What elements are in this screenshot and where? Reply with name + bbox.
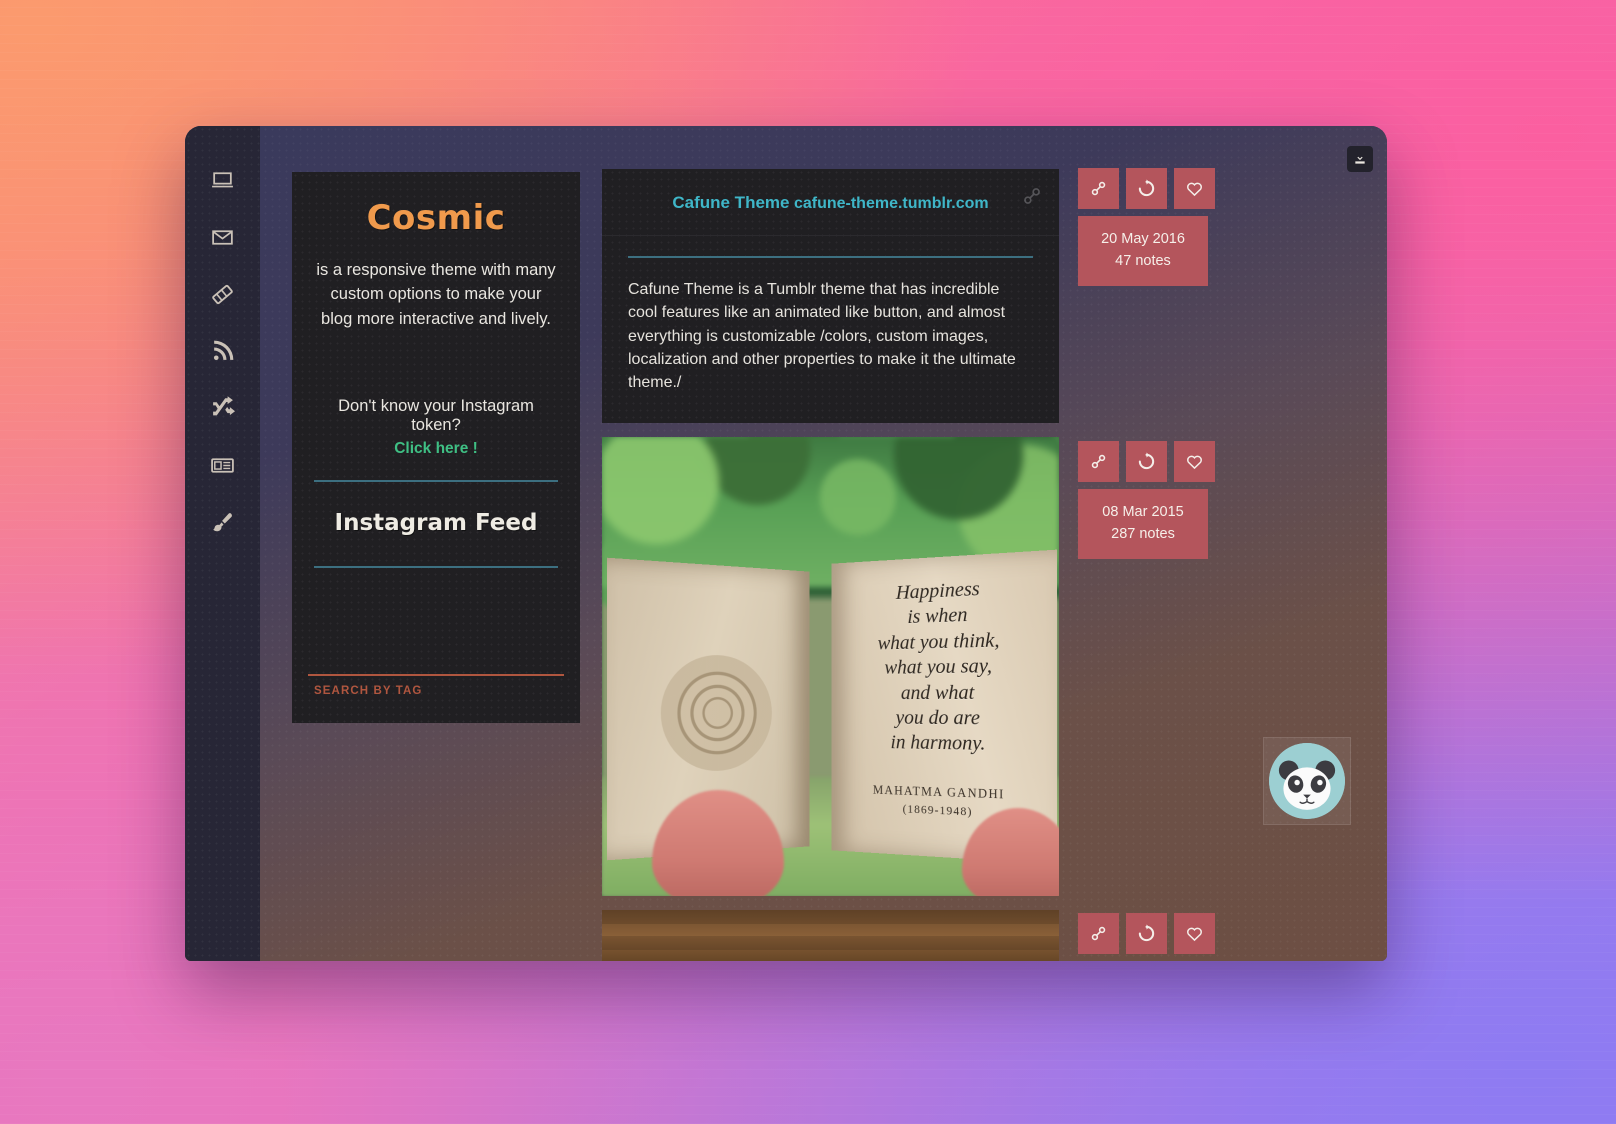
shuffle-icon	[210, 396, 235, 426]
quote-text: Happiness is when what you think, what you …	[877, 577, 1000, 756]
like-button[interactable]	[1174, 168, 1215, 209]
avatar[interactable]	[1263, 737, 1351, 825]
browser-window: Cosmic is a responsive theme with many c…	[185, 126, 1387, 961]
post-actions-1	[1078, 168, 1215, 209]
post-title[interactable]: Cafune Theme	[672, 193, 789, 212]
envelope-icon	[210, 225, 235, 255]
download-icon[interactable]	[1347, 146, 1373, 172]
book-mandala-ornament	[660, 653, 772, 773]
sidebar-item-theme[interactable]	[201, 510, 245, 540]
search-by-tag-input[interactable]: SEARCH BY TAG	[292, 676, 580, 697]
finger-left	[652, 789, 784, 896]
sidebar-item-home[interactable]	[201, 168, 245, 198]
post-meta-2: 08 Mar 2015 287 notes	[1078, 441, 1215, 559]
instagram-token-question: Don't know your Instagram token?	[338, 396, 534, 434]
instagram-feed-grid	[292, 568, 580, 674]
post-photo-image-partial[interactable]	[602, 909, 1059, 961]
paintbrush-icon	[210, 510, 235, 540]
sidebar-item-ask[interactable]	[201, 225, 245, 255]
post-notes: 287 notes	[1111, 525, 1175, 542]
post-link-header: Cafune Theme cafune-theme.tumblr.com	[602, 169, 1059, 236]
post-body: Cafune Theme is a Tumblr theme that has …	[628, 281, 1016, 392]
post-column: Cafune Theme cafune-theme.tumblr.com Caf…	[602, 169, 1059, 961]
tag-icon	[210, 282, 235, 312]
laptop-icon	[210, 168, 235, 198]
newspaper-icon	[210, 453, 235, 483]
sidebar-item-archive[interactable]	[201, 453, 245, 483]
finger-right	[962, 807, 1059, 896]
blog-description: is a responsive theme with many custom o…	[316, 261, 556, 328]
instagram-token-link[interactable]: Click here !	[314, 440, 558, 458]
reblog-button[interactable]	[1126, 441, 1167, 482]
permalink-button[interactable]	[1078, 441, 1119, 482]
like-button[interactable]	[1174, 913, 1215, 954]
hand-fingers	[642, 772, 1059, 896]
post-date-box-1: 20 May 2016 47 notes	[1078, 216, 1208, 286]
reblog-button[interactable]	[1126, 913, 1167, 954]
post-photo-image[interactable]: Happiness is when what you think, what you …	[602, 436, 1059, 896]
page-title: Cosmic	[366, 198, 506, 238]
post-meta-3	[1078, 913, 1215, 954]
post-photo: Happiness is when what you think, what you …	[602, 436, 1059, 896]
link-icon	[1021, 185, 1043, 207]
post-rule	[628, 256, 1033, 258]
post-url[interactable]: cafune-theme.tumblr.com	[794, 195, 989, 212]
permalink-button[interactable]	[1078, 913, 1119, 954]
like-button[interactable]	[1174, 441, 1215, 482]
panda-avatar	[1269, 743, 1345, 819]
sidebar-nav	[185, 126, 260, 961]
description-panel: Cosmic is a responsive theme with many c…	[292, 172, 580, 723]
post-notes: 47 notes	[1115, 252, 1171, 269]
sidebar-item-tags[interactable]	[201, 282, 245, 312]
rss-icon	[210, 339, 235, 369]
post-photo-partial	[602, 909, 1059, 961]
post-date-box-2: 08 Mar 2015 287 notes	[1078, 489, 1208, 559]
sidebar-item-rss[interactable]	[201, 339, 245, 369]
theme-page: Cosmic is a responsive theme with many c…	[185, 126, 1387, 961]
post-actions-2	[1078, 441, 1215, 482]
post-date: 08 Mar 2015	[1102, 504, 1184, 520]
post-date: 20 May 2016	[1101, 231, 1185, 247]
post-meta-1: 20 May 2016 47 notes	[1078, 168, 1215, 286]
instagram-feed-title: Instagram Feed	[334, 509, 538, 536]
reblog-button[interactable]	[1126, 168, 1167, 209]
left-info-column: Cosmic is a responsive theme with many c…	[292, 172, 580, 723]
post-actions-3	[1078, 913, 1215, 954]
sidebar-item-random[interactable]	[201, 396, 245, 426]
permalink-button[interactable]	[1078, 168, 1119, 209]
panel-bottom-spacer	[292, 697, 580, 723]
post-link: Cafune Theme cafune-theme.tumblr.com Caf…	[602, 169, 1059, 423]
